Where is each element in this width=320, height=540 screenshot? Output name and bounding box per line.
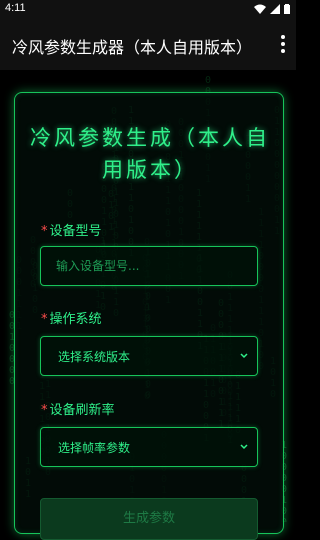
form-card: 冷风参数生成（本人自用版本） *设备型号 *操作系统 选择系统版本 *设备刷新率… — [14, 92, 284, 540]
status-icons — [254, 4, 290, 14]
device-model-label: * 设备型号 — [41, 220, 102, 239]
status-bar: 4:11 — [0, 0, 296, 19]
refresh-rate-label: * 设备刷新率 — [41, 399, 115, 418]
signal-icon — [270, 4, 280, 14]
refresh-rate-select[interactable]: 选择帧率参数 — [40, 427, 258, 467]
os-label: * 操作系统 — [41, 308, 102, 327]
battery-icon — [284, 4, 290, 14]
card-title: 冷风参数生成（本人自用版本） — [30, 126, 270, 182]
required-mark: * — [41, 312, 48, 327]
more-options-icon[interactable] — [280, 35, 286, 53]
os-label-text: 操作系统 — [49, 312, 102, 327]
chevron-down-icon — [240, 444, 248, 450]
device-model-field[interactable] — [40, 246, 258, 286]
generate-button[interactable]: 生成参数 — [40, 498, 258, 540]
os-select[interactable]: 选择系统版本 — [40, 336, 258, 376]
refresh-rate-select-value: 选择帧率参数 — [58, 441, 131, 455]
required-mark: * — [41, 224, 48, 239]
os-select-value: 选择系统版本 — [58, 350, 131, 364]
chevron-down-icon — [240, 353, 248, 359]
refresh-rate-label-text: 设备刷新率 — [49, 403, 115, 418]
wifi-icon — [254, 4, 266, 14]
device-model-input[interactable] — [41, 247, 257, 285]
status-time: 4:11 — [5, 2, 26, 14]
app-title: 冷风参数生成器（本人自用版本） — [12, 38, 253, 57]
required-mark: * — [41, 403, 48, 418]
device-model-label-text: 设备型号 — [49, 224, 102, 239]
app-bar: 冷风参数生成器（本人自用版本） — [0, 19, 296, 70]
